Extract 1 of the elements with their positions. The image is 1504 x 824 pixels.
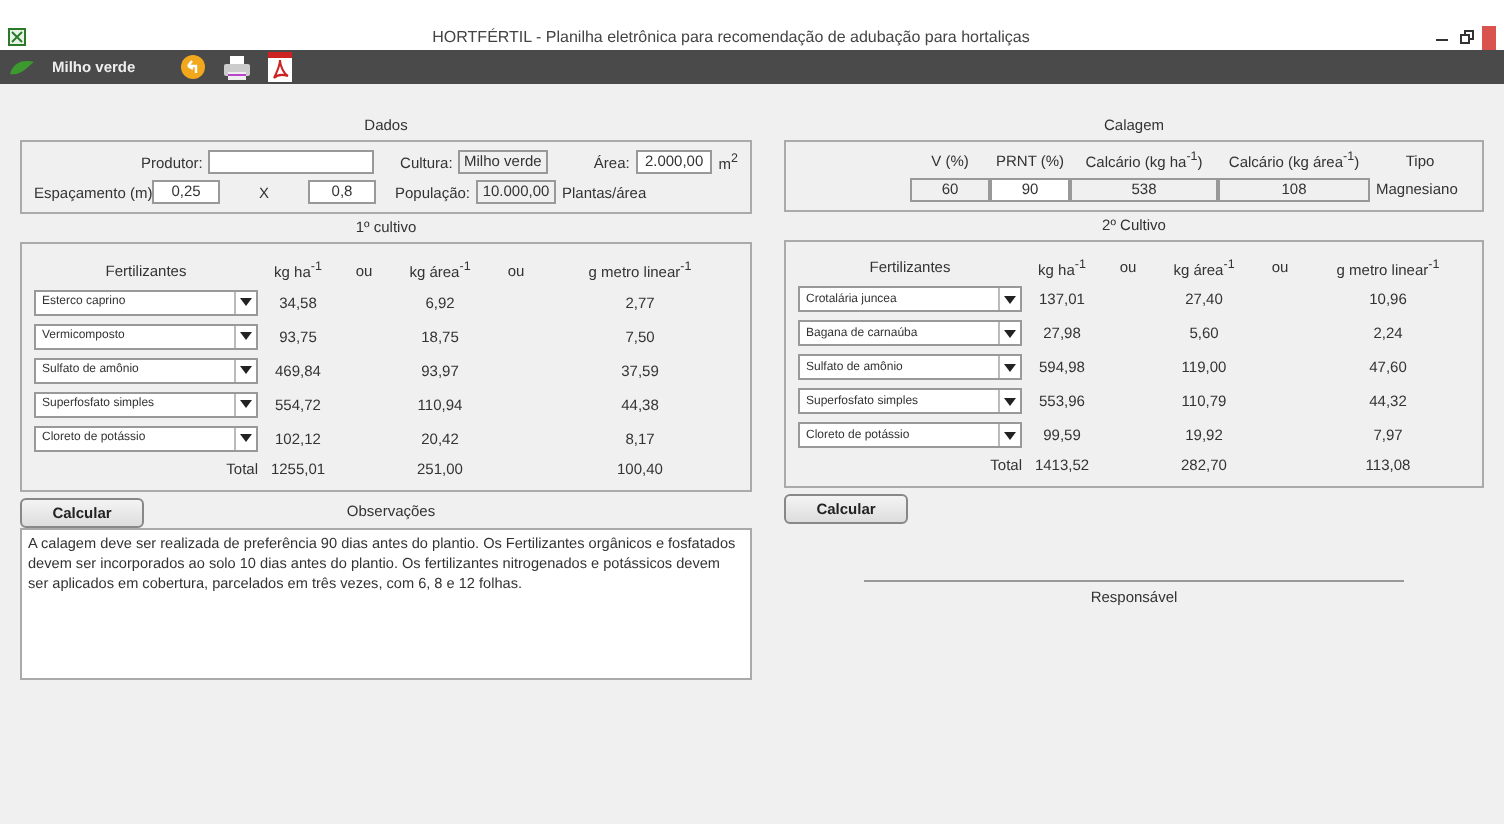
window-title: HORTFÉRTIL - Planilha eletrônica para recomendação de adubação para hortaliças xyxy=(430,28,1032,46)
